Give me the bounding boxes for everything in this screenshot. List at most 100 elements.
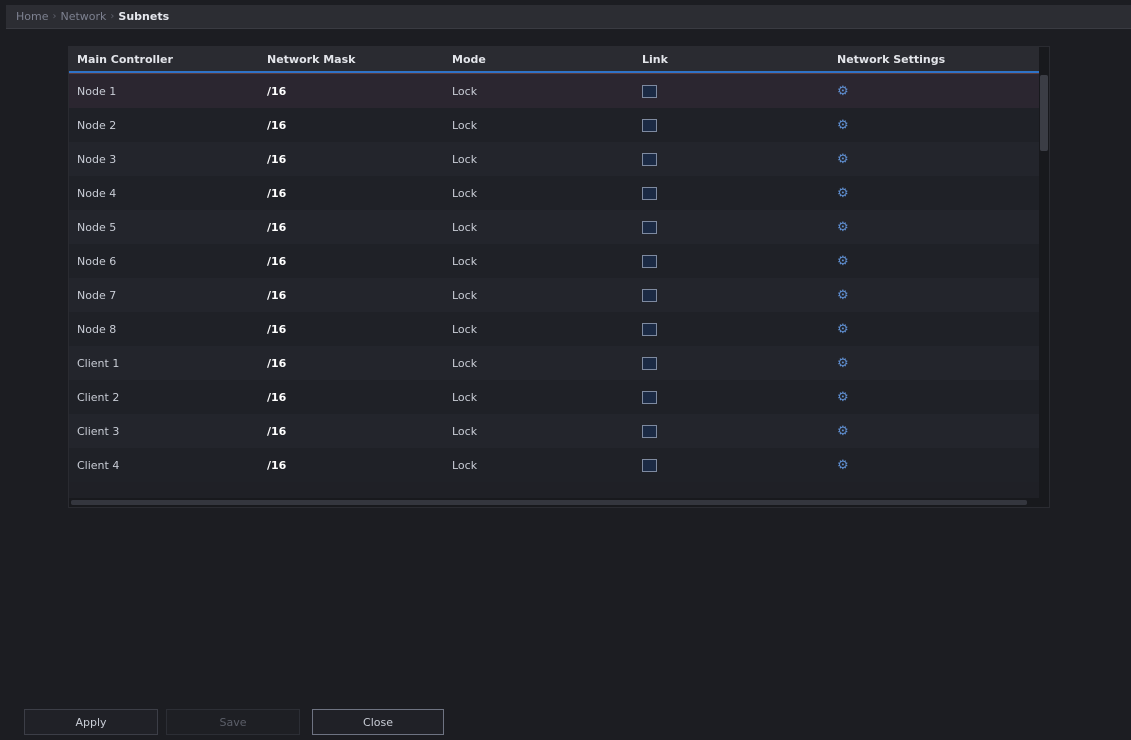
cell-network-mask: /16 <box>267 322 287 336</box>
cell-network-mask: /16 <box>267 220 287 234</box>
cell-link <box>634 152 829 166</box>
gear-icon[interactable]: ⚙ <box>837 459 849 472</box>
table-row[interactable]: Client 4/16 Lock ⚙ <box>69 448 1049 482</box>
table-row[interactable]: Node 5/16 Lock ⚙ <box>69 210 1049 244</box>
cell-main-controller: Node 5 <box>77 220 117 234</box>
cell-network-settings: ⚙ <box>829 85 1024 98</box>
cell-mode: Lock <box>452 424 478 438</box>
cell-link <box>634 288 829 302</box>
table-row[interactable]: Node 3/16 Lock ⚙ <box>69 142 1049 176</box>
cell-main-controller: Node 1 <box>77 84 117 98</box>
checkbox-icon[interactable] <box>642 390 657 404</box>
gear-icon[interactable]: ⚙ <box>837 119 849 132</box>
table-row[interactable]: Node 8/16 Lock ⚙ <box>69 312 1049 346</box>
horizontal-scrollbar[interactable] <box>69 498 1039 507</box>
breadcrumb-home[interactable]: Home <box>6 10 52 23</box>
cell-network-mask: /16 <box>267 424 287 438</box>
gear-icon[interactable]: ⚙ <box>837 391 849 404</box>
cell-mode: Lock <box>452 186 478 200</box>
cell-link <box>634 458 829 472</box>
gear-icon[interactable]: ⚙ <box>837 85 849 98</box>
table-row[interactable]: Node 4/16 Lock ⚙ <box>69 176 1049 210</box>
cell-network-settings: ⚙ <box>829 289 1024 302</box>
breadcrumb-network[interactable]: Network <box>56 10 110 23</box>
gear-icon[interactable]: ⚙ <box>837 153 849 166</box>
column-header-network-settings[interactable]: Network Settings <box>829 53 1024 66</box>
table-row[interactable]: Client 2/16 Lock ⚙ <box>69 380 1049 414</box>
vertical-scrollbar[interactable] <box>1039 47 1049 507</box>
table-row[interactable]: Node 2/16 Lock ⚙ <box>69 108 1049 142</box>
table-row[interactable]: Node 1/16 Lock ⚙ <box>69 73 1049 108</box>
checkbox-icon[interactable] <box>642 254 657 268</box>
checkbox-icon[interactable] <box>642 118 657 132</box>
gear-icon[interactable]: ⚙ <box>837 323 849 336</box>
breadcrumb: Home › Network › Subnets <box>6 5 1131 29</box>
gear-icon[interactable]: ⚙ <box>837 187 849 200</box>
table-row[interactable]: Client 3/16 Lock ⚙ <box>69 414 1049 448</box>
gear-icon[interactable]: ⚙ <box>837 289 849 302</box>
checkbox-icon[interactable] <box>642 424 657 438</box>
cell-main-controller: Node 3 <box>77 152 117 166</box>
save-button[interactable]: Save <box>166 709 300 735</box>
checkbox-icon[interactable] <box>642 84 657 98</box>
cell-network-settings: ⚙ <box>829 323 1024 336</box>
column-header-main-controller[interactable]: Main Controller <box>69 53 259 66</box>
checkbox-icon[interactable] <box>642 356 657 370</box>
cell-main-controller: Node 6 <box>77 254 117 268</box>
cell-mode: Lock <box>452 152 478 166</box>
checkbox-icon[interactable] <box>642 322 657 336</box>
gear-icon[interactable]: ⚙ <box>837 221 849 234</box>
cell-network-settings: ⚙ <box>829 357 1024 370</box>
cell-main-controller: Node 7 <box>77 288 117 302</box>
cell-link <box>634 322 829 336</box>
cell-network-mask: /16 <box>267 186 287 200</box>
checkbox-icon[interactable] <box>642 288 657 302</box>
cell-link <box>634 390 829 404</box>
checkbox-icon[interactable] <box>642 458 657 472</box>
cell-network-settings: ⚙ <box>829 221 1024 234</box>
cell-network-mask: /16 <box>267 458 287 472</box>
cell-network-settings: ⚙ <box>829 255 1024 268</box>
column-header-link[interactable]: Link <box>634 53 829 66</box>
cell-network-settings: ⚙ <box>829 187 1024 200</box>
cell-mode: Lock <box>452 458 478 472</box>
table-header: Main Controller Network Mask Mode Link N… <box>69 47 1049 73</box>
cell-link <box>634 254 829 268</box>
checkbox-icon[interactable] <box>642 220 657 234</box>
cell-network-mask: /16 <box>267 288 287 302</box>
cell-network-mask: /16 <box>267 118 287 132</box>
checkbox-icon[interactable] <box>642 186 657 200</box>
subnets-window: Home › Network › Subnets Main Controller… <box>0 0 1131 740</box>
cell-link <box>634 118 829 132</box>
cell-main-controller: Client 2 <box>77 390 120 404</box>
table-row[interactable]: Node 6/16 Lock ⚙ <box>69 244 1049 278</box>
cell-network-settings: ⚙ <box>829 425 1024 438</box>
cell-mode: Lock <box>452 254 478 268</box>
cell-network-mask: /16 <box>267 356 287 370</box>
table-row[interactable]: Node 7/16 Lock ⚙ <box>69 278 1049 312</box>
subnet-table: Main Controller Network Mask Mode Link N… <box>68 46 1050 508</box>
cell-network-settings: ⚙ <box>829 119 1024 132</box>
cell-network-settings: ⚙ <box>829 153 1024 166</box>
column-header-network-mask[interactable]: Network Mask <box>259 53 444 66</box>
column-header-mode[interactable]: Mode <box>444 53 634 66</box>
cell-mode: Lock <box>452 390 478 404</box>
cell-main-controller: Node 4 <box>77 186 117 200</box>
cell-mode: Lock <box>452 288 478 302</box>
cell-main-controller: Client 3 <box>77 424 120 438</box>
cell-link <box>634 220 829 234</box>
gear-icon[interactable]: ⚙ <box>837 357 849 370</box>
vertical-scrollbar-thumb[interactable] <box>1040 75 1048 151</box>
gear-icon[interactable]: ⚙ <box>837 425 849 438</box>
checkbox-icon[interactable] <box>642 152 657 166</box>
cell-link <box>634 424 829 438</box>
apply-button[interactable]: Apply <box>24 709 158 735</box>
cell-network-mask: /16 <box>267 254 287 268</box>
cell-network-settings: ⚙ <box>829 391 1024 404</box>
cell-main-controller: Client 1 <box>77 356 120 370</box>
cell-link <box>634 84 829 98</box>
horizontal-scrollbar-thumb[interactable] <box>71 500 1027 505</box>
table-row[interactable]: Client 1/16 Lock ⚙ <box>69 346 1049 380</box>
gear-icon[interactable]: ⚙ <box>837 255 849 268</box>
close-button[interactable]: Close <box>312 709 444 735</box>
